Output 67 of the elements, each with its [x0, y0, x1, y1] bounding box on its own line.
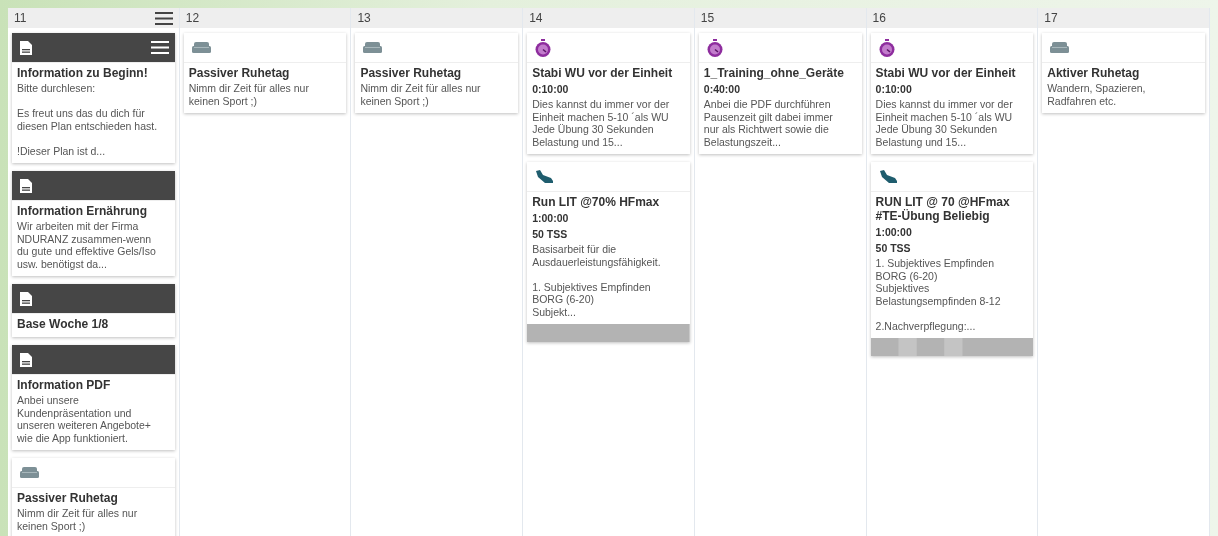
- card-description: Dies kannst du immer vor der Einheit machen 5-10 ´als WU Jede Übung 30 Sekunden Belastung und 15...: [532, 98, 671, 148]
- workout-card[interactable]: 1_Training_ohne_Geräte 0:40:00 Anbei die PDF durchführen Pausenzeit gilt dabei immer nur als Richtwert sowie die Belastungszeit...: [698, 33, 862, 154]
- card-title: Stabi WU vor der Einheit: [875, 66, 1017, 80]
- couch-icon: [1050, 42, 1070, 53]
- card-description: Nimm dir Zeit für alles nur keinen Sport ;): [17, 507, 139, 532]
- menu-icon[interactable]: [154, 11, 173, 25]
- workout-card[interactable]: Information PDF Anbei unsere Kundenpräsentation und unseren weiteren Angebote+ wie die App funktioniert.: [12, 345, 175, 450]
- card-description: Anbei unsere Kundenpräsentation und unseren weiteren Angebote+ wie die App funktioniert.: [17, 394, 152, 444]
- duration: 0:10:00: [532, 82, 570, 96]
- card-title: Run LIT @70% HFmax: [532, 195, 661, 209]
- tss-value: 50 TSS: [532, 227, 569, 241]
- menu-icon[interactable]: [150, 41, 169, 54]
- couch-icon: [191, 42, 211, 53]
- workout-card[interactable]: Base Woche 1/8: [12, 284, 175, 337]
- workout-card[interactable]: Information zu Beginn! Bitte durchlesen: Es freut uns das du dich für diesen Plan entschieden hast. !Dieser Plan ist d...: [12, 33, 175, 163]
- duration: 1:00:00: [875, 225, 913, 239]
- document-icon: [20, 40, 32, 55]
- card-description: Nimm dir Zeit für alles nur keinen Sport ;): [360, 82, 482, 107]
- workout-card[interactable]: Information Ernährung Wir arbeiten mit der Firma NDURANZ zusammen-wenn du gute und effektive Gels/Iso usw. benötigst da...: [12, 171, 175, 276]
- card-title: Information PDF: [17, 378, 112, 392]
- day-number: 17: [1044, 11, 1058, 25]
- workout-card[interactable]: Passiver Ruhetag Nimm dir Zeit für alles nur keinen Sport ;): [355, 33, 519, 113]
- workout-card[interactable]: Aktiver Ruhetag Wandern, Spazieren, Radfahren etc.: [1042, 33, 1205, 113]
- day-number: 13: [357, 11, 371, 25]
- duration: 1:00:00: [532, 211, 570, 225]
- day-number: 14: [529, 11, 543, 25]
- document-icon: [20, 352, 32, 367]
- card-title: Base Woche 1/8: [17, 317, 110, 331]
- card-title: Passiver Ruhetag: [360, 66, 463, 80]
- workout-card[interactable]: Run LIT @70% HFmax 1:00:00 50 TSS Basisarbeit für die Ausdauerleistungsfähigkeit. 1. Subjektives Empfinden BORG (6-20) Subjekt...: [527, 162, 690, 342]
- card-title: 1_Training_ohne_Geräte: [703, 66, 845, 80]
- workout-card[interactable]: Passiver Ruhetag Nimm dir Zeit für alles nur keinen Sport ;): [183, 33, 347, 113]
- card-title: Stabi WU vor der Einheit: [532, 66, 674, 80]
- stopwatch-icon: [878, 38, 895, 57]
- workout-card[interactable]: Stabi WU vor der Einheit 0:10:00 Dies kannst du immer vor der Einheit machen 5-10 ´als WU Jede Übung 30 Sekunden Belastung und 15...: [870, 33, 1034, 154]
- card-description: Anbei die PDF durchführen Pausenzeit gilt dabei immer nur als Richtwert sowie die Belastungszeit...: [703, 98, 834, 148]
- tss-value: 50 TSS: [875, 241, 912, 255]
- card-title: Information zu Beginn!: [17, 66, 149, 80]
- card-description: Basisarbeit für die Ausdauerleistungsfähigkeit. 1. Subjektives Empfinden BORG (6-20) Subjekt...: [532, 243, 662, 318]
- day-number: 16: [872, 11, 886, 25]
- workout-card[interactable]: Stabi WU vor der Einheit 0:10:00 Dies kannst du immer vor der Einheit machen 5-10 ´als WU Jede Übung 30 Sekunden Belastung und 15...: [527, 33, 690, 154]
- shoe-icon: [878, 170, 897, 183]
- day-number: 11: [14, 11, 27, 25]
- card-title: Passiver Ruhetag: [17, 491, 119, 505]
- duration: 0:10:00: [875, 82, 913, 96]
- document-icon: [20, 178, 32, 193]
- card-description: Dies kannst du immer vor der Einheit machen 5-10 ´als WU Jede Übung 30 Sekunden Belastung und 15...: [875, 98, 1014, 148]
- card-description: Bitte durchlesen: Es freut uns das du dich für diesen Plan entschieden hast. !Dieser Plan ist d...: [17, 82, 159, 157]
- document-icon: [20, 291, 32, 306]
- card-title: Information Ernährung: [17, 204, 148, 218]
- card-title: Passiver Ruhetag: [188, 66, 291, 80]
- card-description: Wandern, Spazieren, Radfahren etc.: [1047, 82, 1147, 107]
- day-number: 12: [185, 11, 200, 25]
- stopwatch-icon: [535, 38, 552, 57]
- duration: 0:40:00: [703, 82, 742, 96]
- card-title: Aktiver Ruhetag: [1047, 66, 1141, 80]
- shoe-icon: [535, 170, 554, 183]
- workout-card[interactable]: RUN LIT @ 70 @HFmax #TE-Übung Beliebig 1:00:00 50 TSS 1. Subjektives Empfinden BORG (6-20) Subjektives Belastungsempfinden 8-12 2.Nachverpflegung:...: [870, 162, 1034, 356]
- day-number: 15: [700, 11, 715, 25]
- couch-icon: [363, 42, 383, 53]
- couch-icon: [20, 467, 39, 478]
- stopwatch-icon: [706, 38, 723, 57]
- card-title: RUN LIT @ 70 @HFmax #TE-Übung Beliebig: [875, 195, 1011, 223]
- card-description: 1. Subjektives Empfinden BORG (6-20) Subjektives Belastungsempfinden 8-12 2.Nachverpflegung:...: [875, 257, 1002, 332]
- workout-card[interactable]: Passiver Ruhetag Nimm dir Zeit für alles nur keinen Sport ;): [12, 458, 175, 536]
- card-description: Wir arbeiten mit der Firma NDURANZ zusammen-wenn du gute und effektive Gels/Iso usw. benötigst da...: [17, 220, 157, 270]
- card-description: Nimm dir Zeit für alles nur keinen Sport ;): [188, 82, 310, 107]
